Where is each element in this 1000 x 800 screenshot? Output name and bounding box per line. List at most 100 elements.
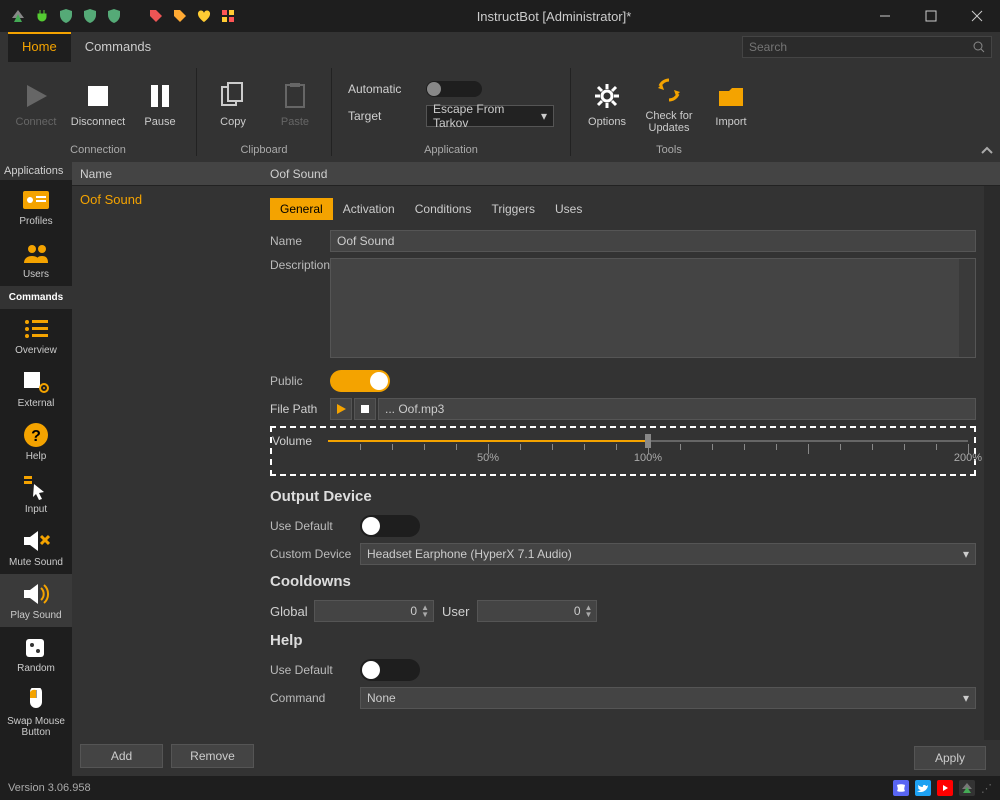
search-input[interactable] [749, 40, 969, 54]
paste-icon [279, 80, 311, 112]
youtube-icon[interactable] [937, 780, 953, 796]
resize-grip-icon[interactable]: ⋰ [981, 782, 992, 795]
grid-icon [220, 8, 236, 24]
group-clipboard-label: Clipboard [240, 142, 287, 156]
nav-random[interactable]: Random [0, 627, 72, 680]
tab-uses[interactable]: Uses [545, 198, 592, 220]
group-connection-label: Connection [70, 142, 126, 156]
user-cooldown-input[interactable]: 0▲▼ [477, 600, 597, 622]
volume-row-highlight: Volume 50% 100% 200% [270, 426, 976, 476]
apply-button[interactable]: Apply [914, 746, 986, 770]
mute-icon [22, 527, 50, 555]
description-label: Description [270, 258, 330, 272]
nav-users[interactable]: Users [0, 233, 72, 286]
help-usedefault-toggle[interactable] [360, 659, 420, 681]
tag-icon-1 [148, 8, 164, 24]
automatic-toggle[interactable] [426, 81, 482, 97]
ribbon-collapse-icon[interactable] [980, 144, 994, 158]
maximize-button[interactable] [908, 0, 954, 32]
connect-button[interactable]: Connect [8, 80, 64, 128]
disconnect-button[interactable]: Disconnect [70, 80, 126, 128]
shield-icon-2 [82, 8, 98, 24]
twitter-icon[interactable] [915, 780, 931, 796]
target-combo[interactable]: Escape From Tarkov▾ [426, 105, 554, 127]
filepath-field[interactable]: ... Oof.mp3 [378, 398, 976, 420]
cooldowns-heading: Cooldowns [270, 573, 976, 590]
svg-text:?: ? [31, 428, 41, 445]
refresh-icon [653, 74, 685, 106]
stop-file-button[interactable] [354, 398, 376, 420]
nav-overview[interactable]: Overview [0, 309, 72, 362]
help-heading: Help [270, 632, 976, 649]
nav-external[interactable]: External [0, 362, 72, 415]
global-label: Global [270, 604, 306, 619]
description-input[interactable] [330, 258, 976, 358]
spinner-icon[interactable]: ▲▼ [421, 604, 429, 618]
import-button[interactable]: Import [703, 80, 759, 128]
search-box[interactable] [742, 36, 992, 58]
tab-commands[interactable]: Commands [71, 32, 165, 62]
group-application-label: Application [424, 142, 478, 156]
dice-icon [22, 633, 50, 661]
discord-icon[interactable] [893, 780, 909, 796]
play-file-button[interactable] [330, 398, 352, 420]
folder-icon [715, 80, 747, 112]
copy-button[interactable]: Copy [205, 80, 261, 128]
cursor-icon [22, 474, 50, 502]
stop-icon [82, 80, 114, 112]
chevron-down-icon: ▾ [963, 691, 969, 705]
add-button[interactable]: Add [80, 744, 163, 768]
custom-device-select[interactable]: Headset Earphone (HyperX 7.1 Audio)▾ [360, 543, 976, 565]
volume-slider[interactable]: 50% 100% 200% [328, 432, 968, 468]
nav-play-sound[interactable]: Play Sound [0, 574, 72, 627]
nav-mute-sound[interactable]: Mute Sound [0, 521, 72, 574]
spinner-icon[interactable]: ▲▼ [585, 604, 593, 618]
tab-general[interactable]: General [270, 198, 333, 220]
automatic-label: Automatic [348, 82, 418, 96]
app-icon [10, 8, 26, 24]
paste-button[interactable]: Paste [267, 80, 323, 128]
volume-label: Volume [272, 432, 328, 448]
tab-triggers[interactable]: Triggers [481, 198, 545, 220]
pause-button[interactable]: Pause [132, 80, 188, 128]
nav-swap-mouse[interactable]: Swap Mouse Button [0, 680, 72, 744]
search-icon [973, 41, 985, 53]
name-input[interactable] [330, 230, 976, 252]
window-title: InstructBot [Administrator]* [246, 9, 862, 24]
check-updates-button[interactable]: Check for Updates [641, 74, 697, 134]
nav-help[interactable]: ?Help [0, 415, 72, 468]
close-button[interactable] [954, 0, 1000, 32]
heart-icon [196, 8, 212, 24]
minimize-button[interactable] [862, 0, 908, 32]
nav-input[interactable]: Input [0, 468, 72, 521]
public-toggle[interactable] [330, 370, 390, 392]
chevron-down-icon: ▾ [541, 109, 547, 123]
detail-scrollbar[interactable] [984, 186, 1000, 740]
nav-commands[interactable]: Commands [0, 286, 72, 309]
chevron-down-icon: ▾ [963, 547, 969, 561]
users-icon [22, 239, 50, 267]
nav-profiles[interactable]: Profiles [0, 180, 72, 233]
version-text: Version 3.06.958 [8, 782, 91, 794]
pause-icon [144, 80, 176, 112]
external-icon [22, 368, 50, 396]
list-item[interactable]: Oof Sound [72, 186, 262, 214]
command-select[interactable]: None▾ [360, 687, 976, 709]
sound-icon [22, 580, 50, 608]
tag-icon-2 [172, 8, 188, 24]
tab-conditions[interactable]: Conditions [405, 198, 482, 220]
options-button[interactable]: Options [579, 80, 635, 128]
list-header: Name [72, 162, 262, 186]
tab-home[interactable]: Home [8, 32, 71, 62]
remove-button[interactable]: Remove [171, 744, 254, 768]
copy-icon [217, 80, 249, 112]
status-app-icon [959, 780, 975, 796]
help-icon: ? [22, 421, 50, 449]
tab-activation[interactable]: Activation [333, 198, 405, 220]
shield-icon-1 [58, 8, 74, 24]
global-cooldown-input[interactable]: 0▲▼ [314, 600, 434, 622]
user-label: User [442, 604, 469, 619]
command-label: Command [270, 691, 360, 705]
usedefault-toggle[interactable] [360, 515, 420, 537]
scrollbar[interactable] [959, 259, 975, 357]
